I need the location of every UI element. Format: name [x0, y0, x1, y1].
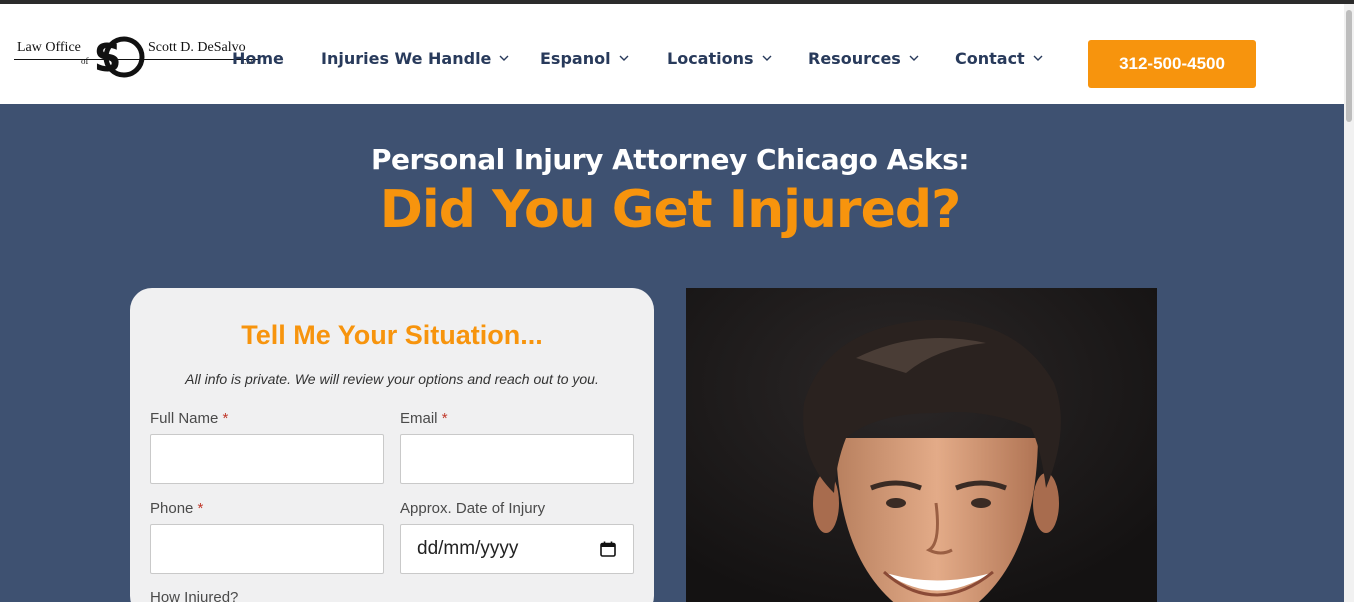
- contact-form-card: Tell Me Your Situation... All info is pr…: [130, 288, 654, 602]
- svg-text:S: S: [94, 36, 121, 80]
- attorney-portrait-image: [686, 288, 1157, 602]
- chevron-down-icon: [619, 55, 629, 61]
- full-name-input[interactable]: [150, 434, 384, 484]
- logo-text-name: Scott D. DeSalvo: [148, 40, 246, 55]
- injury-date-label: Approx. Date of Injury: [400, 500, 546, 517]
- calendar-icon[interactable]: [599, 540, 617, 558]
- logo-text-law-office: Law Office: [17, 40, 81, 55]
- attorney-portrait: [686, 288, 1157, 602]
- phone-label-text: Phone: [150, 500, 194, 517]
- form-title: Tell Me Your Situation...: [241, 320, 543, 350]
- nav-contact-label: Contact: [955, 48, 1025, 68]
- nav-home[interactable]: Home: [232, 46, 284, 70]
- page-scrollbar[interactable]: [1344, 4, 1354, 602]
- scrollbar-thumb[interactable]: [1346, 10, 1352, 122]
- nav-resources[interactable]: Resources: [808, 46, 919, 70]
- email-label: Email *: [400, 410, 448, 427]
- hero-subtitle: Personal Injury Attorney Chicago Asks:: [371, 143, 969, 176]
- email-label-text: Email: [400, 410, 438, 427]
- chevron-down-icon: [1033, 55, 1043, 61]
- chevron-down-icon: [909, 55, 919, 61]
- nav-locations[interactable]: Locations: [667, 46, 772, 70]
- nav-injuries-we-handle[interactable]: Injuries We Handle: [321, 46, 509, 70]
- logo-monogram-icon: S: [94, 36, 145, 80]
- nav-locations-label: Locations: [667, 48, 754, 68]
- required-asterisk: *: [197, 500, 204, 517]
- nav-contact[interactable]: Contact: [955, 46, 1043, 70]
- chevron-down-icon: [762, 55, 772, 61]
- call-phone-button[interactable]: 312-500-4500: [1088, 40, 1256, 88]
- nav-injuries-label: Injuries We Handle: [321, 48, 492, 68]
- site-header: Law Office of S Scott D. DeSalvo LLC Hom…: [0, 4, 1344, 104]
- nav-home-label: Home: [232, 48, 284, 68]
- site-logo[interactable]: Law Office of S Scott D. DeSalvo LLC: [14, 34, 264, 80]
- logo-text-of: of: [81, 56, 89, 66]
- required-asterisk: *: [441, 410, 448, 427]
- injury-date-placeholder: dd/mm/yyyy: [417, 538, 519, 559]
- phone-input[interactable]: [150, 524, 384, 574]
- nav-resources-label: Resources: [808, 48, 901, 68]
- full-name-label: Full Name *: [150, 410, 228, 427]
- injury-date-input[interactable]: dd/mm/yyyy: [400, 524, 634, 574]
- chevron-down-icon: [499, 55, 509, 61]
- full-name-label-text: Full Name: [150, 410, 219, 427]
- email-input[interactable]: [400, 434, 634, 484]
- form-privacy-note: All info is private. We will review your…: [185, 371, 599, 387]
- nav-espanol[interactable]: Espanol: [540, 46, 629, 70]
- nav-espanol-label: Espanol: [540, 48, 611, 68]
- phone-label: Phone *: [150, 500, 203, 517]
- hero-title: Did You Get Injured?: [379, 180, 961, 240]
- required-asterisk: *: [222, 410, 229, 427]
- how-injured-label: How Injured?: [150, 589, 239, 602]
